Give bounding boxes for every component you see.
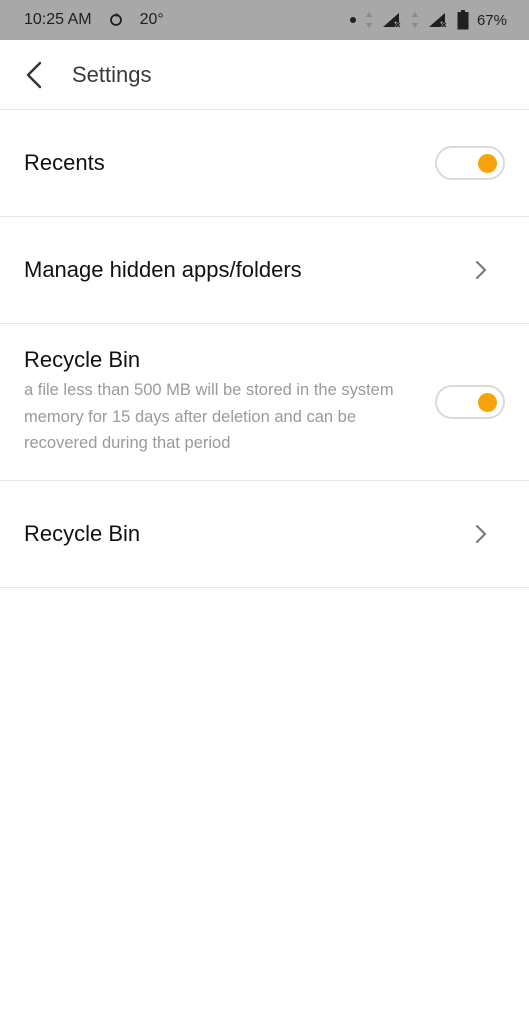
status-time: 10:25 AM xyxy=(24,11,92,28)
row-label: Recycle Bin xyxy=(24,521,141,546)
data-arrows-icon xyxy=(365,11,373,29)
toggle-knob xyxy=(478,154,497,173)
row-label: Recycle Bin xyxy=(24,347,141,373)
row-text: Recycle Bin a file less than 500 MB will… xyxy=(24,347,435,457)
settings-row-manage-hidden[interactable]: Manage hidden apps/folders xyxy=(0,217,529,324)
recycle-bin-toggle[interactable] xyxy=(435,385,505,419)
chevron-right-icon xyxy=(447,514,487,554)
data-arrows-icon xyxy=(411,11,419,29)
battery-percent: 67% xyxy=(476,11,507,29)
sync-icon xyxy=(108,12,124,28)
row-control xyxy=(447,514,505,554)
back-button[interactable] xyxy=(0,40,64,110)
status-temperature: 20° xyxy=(139,11,164,28)
row-control xyxy=(447,250,505,290)
row-label: Recents xyxy=(24,150,105,175)
row-text: Manage hidden apps/folders xyxy=(24,257,447,283)
settings-row-recycle-bin-link[interactable]: Recycle Bin xyxy=(0,481,529,588)
page-title: Settings xyxy=(72,61,152,87)
row-label: Manage hidden apps/folders xyxy=(24,257,302,282)
toggle-knob xyxy=(478,393,497,412)
recents-toggle[interactable] xyxy=(435,146,505,180)
status-right: 67% xyxy=(349,10,507,30)
chevron-right-icon xyxy=(447,250,487,290)
status-left: 10:25 AM 20° xyxy=(24,11,164,29)
chevron-left-icon xyxy=(26,61,42,88)
dot-icon xyxy=(349,16,357,24)
row-description: a file less than 500 MB will be stored i… xyxy=(24,381,394,453)
signal-icon xyxy=(381,11,403,29)
settings-row-recents[interactable]: Recents xyxy=(0,110,529,217)
battery-icon xyxy=(457,10,469,30)
row-control xyxy=(435,146,505,180)
row-text: Recycle Bin xyxy=(24,521,447,547)
signal-icon xyxy=(427,11,449,29)
header: Settings xyxy=(0,40,529,110)
settings-row-recycle-bin-toggle[interactable]: Recycle Bin a file less than 500 MB will… xyxy=(0,324,529,481)
row-text: Recents xyxy=(24,150,435,176)
status-bar: 10:25 AM 20° 67% xyxy=(0,0,529,40)
row-control xyxy=(435,385,505,419)
